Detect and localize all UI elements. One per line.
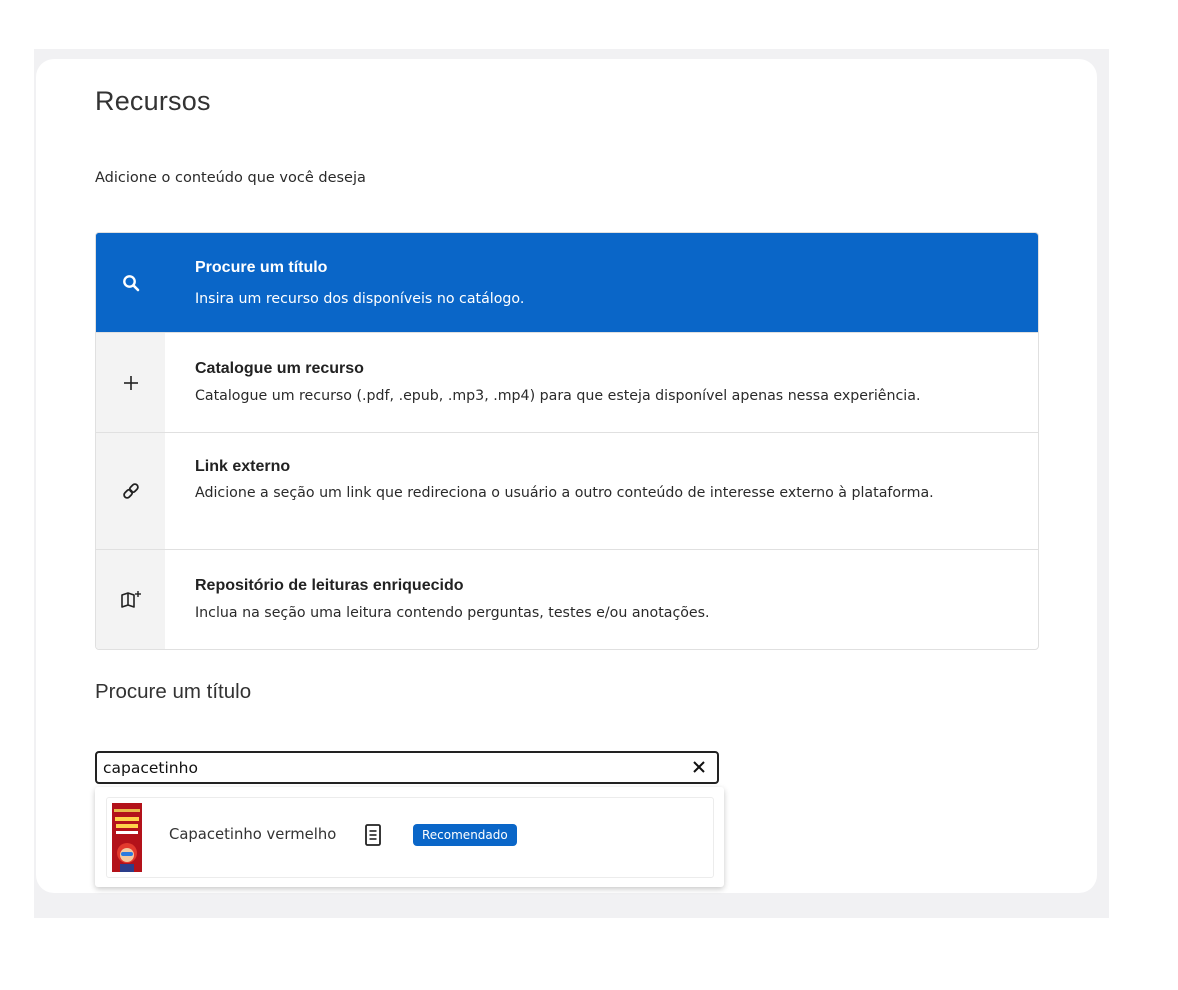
page-subtitle: Adicione o conteúdo que você deseja	[95, 170, 366, 186]
option-icon-column	[96, 550, 165, 649]
option-title: Catalogue um recurso	[195, 360, 364, 377]
option-search-title[interactable]: Procure um título Insira um recurso dos …	[96, 233, 1038, 332]
search-section-title: Procure um título	[95, 680, 252, 703]
option-external-link[interactable]: Link externo Adicione a seção um link qu…	[96, 433, 1038, 549]
search-result-item[interactable]: Capacetinho vermelho Recomendado	[106, 797, 714, 878]
search-icon	[122, 274, 139, 291]
option-title: Repositório de leituras enriquecido	[195, 577, 464, 594]
resource-options-list: Procure um título Insira um recurso dos …	[95, 232, 1039, 650]
option-description: Insira um recurso dos disponíveis no cat…	[195, 291, 525, 307]
recommended-badge: Recomendado	[413, 824, 517, 846]
option-description: Adicione a seção um link que redireciona…	[195, 485, 934, 501]
close-icon	[693, 761, 705, 773]
book-add-icon	[120, 590, 141, 608]
option-enriched-reading[interactable]: Repositório de leituras enriquecido Incl…	[96, 550, 1038, 649]
option-title: Link externo	[195, 458, 291, 475]
option-description: Catalogue um recurso (.pdf, .epub, .mp3,…	[195, 388, 921, 404]
option-icon-column	[96, 433, 165, 549]
book-cover-thumbnail	[112, 803, 142, 872]
link-icon	[122, 483, 139, 499]
document-icon	[365, 824, 381, 846]
search-results-dropdown: Capacetinho vermelho Recomendado	[95, 787, 724, 887]
option-catalogue-resource[interactable]: Catalogue um recurso Catalogue um recurs…	[96, 333, 1038, 432]
search-input[interactable]	[103, 758, 683, 778]
option-title: Procure um título	[195, 259, 328, 276]
plus-icon	[123, 375, 138, 390]
option-description: Inclua na seção uma leitura contendo per…	[195, 605, 710, 621]
clear-search-button[interactable]	[689, 757, 709, 777]
result-title: Capacetinho vermelho	[169, 826, 337, 843]
option-icon-column	[96, 233, 165, 332]
search-field[interactable]	[95, 751, 719, 784]
option-icon-column	[96, 333, 165, 432]
page-title: Recursos	[95, 86, 211, 116]
